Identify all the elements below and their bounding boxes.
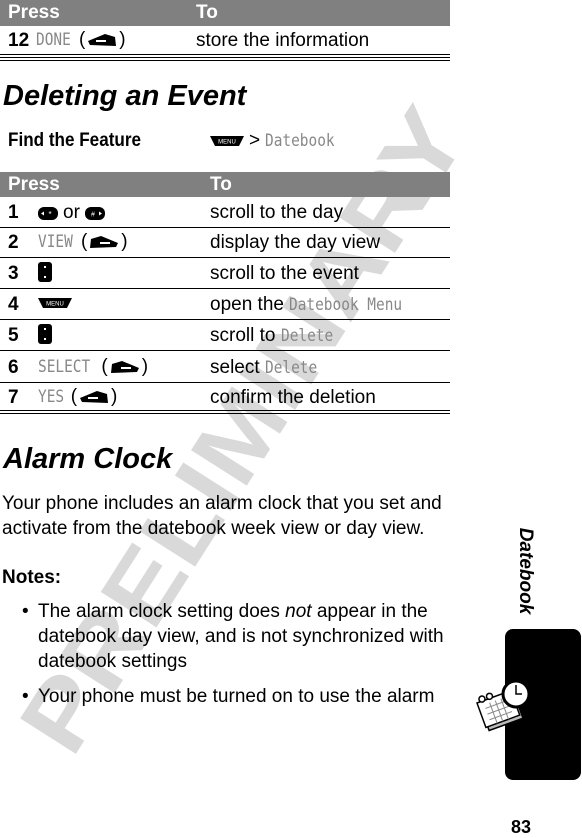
- datebook-alarm-clock-icon: [476, 677, 531, 732]
- header-press: Press: [8, 174, 60, 195]
- note-item: • The alarm clock setting does not appea…: [22, 601, 444, 672]
- note-text: Your phone must be turned on to use the …: [38, 686, 435, 707]
- menu-key-icon: MENU: [210, 136, 244, 146]
- table-row: 7 YES( ) confirm the deletion: [8, 386, 376, 408]
- chapter-text: Datebook: [515, 527, 536, 615]
- step-number: 4: [8, 294, 19, 315]
- nav-left-star-key-icon: *: [38, 206, 58, 220]
- left-soft-key-icon: [80, 391, 109, 403]
- step-action: scroll to the day: [210, 202, 344, 223]
- step-number: 6: [8, 357, 19, 378]
- section-title: Deleting an Event: [3, 80, 247, 112]
- table-row: 5 scroll to Delete: [0, 320, 450, 351]
- svg-text:*: *: [48, 210, 51, 219]
- table-header: Press To: [0, 172, 450, 197]
- or-text: or: [63, 202, 80, 223]
- header-to: To: [196, 2, 218, 23]
- note-text: appear in the: [311, 601, 428, 622]
- scroll-key-icon: [38, 324, 52, 344]
- step-number: 3: [8, 263, 19, 284]
- svg-text:MENU: MENU: [218, 140, 236, 146]
- note-text: datebook settings: [38, 651, 187, 672]
- note-item: • Your phone must be turned on to use th…: [22, 686, 435, 707]
- table-row: 6 SELECT( ) select Delete: [0, 351, 450, 383]
- intro-line: activate from the datebook week view or …: [2, 518, 425, 539]
- table-row: 3 scroll to the event: [0, 258, 450, 289]
- notes-label: Notes:: [2, 567, 62, 588]
- table-row: 1 * or # scroll to the day: [0, 197, 450, 228]
- chapter-label: Datebook: [510, 527, 540, 615]
- nav-right-pound-key-icon: #: [84, 206, 105, 220]
- find-feature-path: MENU > Datebook: [210, 130, 347, 152]
- menu-item-name: Delete: [264, 358, 318, 378]
- step-action: confirm the deletion: [210, 387, 376, 408]
- intro-line: Your phone includes an alarm clock that …: [2, 493, 442, 514]
- step-number: 12: [8, 30, 30, 51]
- table-end-rule: [0, 410, 450, 414]
- step-number: 5: [8, 325, 19, 346]
- feature-path: Datebook: [265, 131, 335, 151]
- path-separator: >: [249, 130, 261, 151]
- header-to: To: [210, 174, 232, 195]
- svg-text:#: #: [91, 211, 95, 218]
- soft-key-label: SELECT: [38, 357, 91, 377]
- step-action: open the: [210, 294, 284, 315]
- right-soft-key-icon: [110, 361, 139, 373]
- table-row: 4 MENU open the Datebook Menu: [0, 289, 450, 320]
- header-press: Press: [8, 2, 60, 23]
- menu-item-name: Delete: [280, 326, 333, 346]
- step-number: 7: [8, 387, 19, 408]
- menu-name: Datebook Menu: [289, 295, 403, 315]
- left-soft-key-icon: [88, 34, 117, 46]
- note-emphasis: not: [285, 601, 312, 622]
- step-action: scroll to: [210, 325, 276, 346]
- table-end-rule: [0, 57, 450, 61]
- right-soft-key-icon: [90, 236, 119, 248]
- section-title: Alarm Clock: [3, 443, 173, 475]
- note-text: datebook day view, and is not synchroniz…: [38, 626, 444, 647]
- table-row: 12 DONE( ) store the information: [0, 26, 450, 55]
- soft-key-label: DONE: [36, 30, 71, 50]
- scroll-key-icon: [38, 262, 52, 282]
- soft-key-label: VIEW: [38, 232, 73, 252]
- table-header: Press To: [0, 0, 450, 26]
- intro-paragraph: Your phone includes an alarm clock that …: [2, 491, 442, 541]
- step-number: 1: [8, 202, 19, 223]
- table-row: 2 VIEW( ) display the day view: [0, 228, 450, 258]
- soft-key-label: YES: [38, 387, 65, 407]
- find-feature-label: Find the Feature: [8, 130, 142, 151]
- step-action: display the day view: [210, 232, 381, 253]
- step-action: store the information: [196, 30, 370, 51]
- step-number: 2: [8, 232, 19, 253]
- step-action: select: [210, 357, 260, 378]
- step-action: scroll to the event: [210, 263, 359, 284]
- svg-text:MENU: MENU: [46, 302, 64, 308]
- note-text: The alarm clock setting does: [38, 601, 286, 622]
- menu-key-icon: MENU: [38, 298, 72, 308]
